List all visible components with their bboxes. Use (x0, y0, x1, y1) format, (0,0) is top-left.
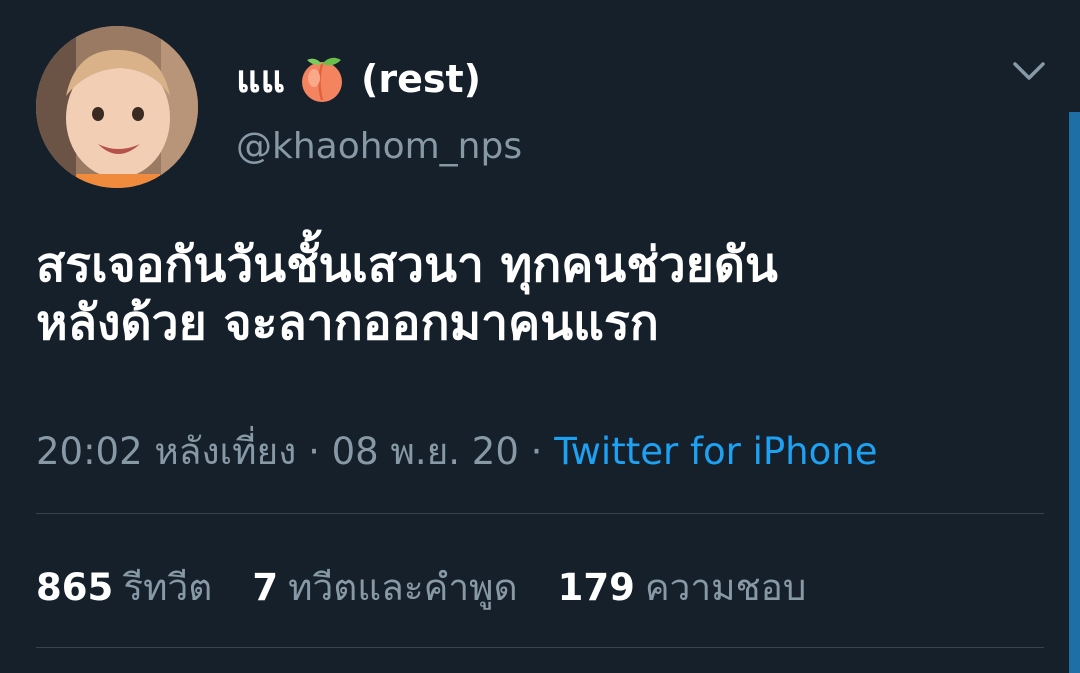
likes-stat[interactable]: 179 ความชอบ (558, 558, 807, 617)
retweets-count: 865 (36, 566, 114, 609)
tweet-text: สรเจอกันวันชั้นเสวนา ทุกคนช่วยดัน หลังด้… (36, 236, 1036, 352)
divider (36, 647, 1044, 648)
tweet-text-line: สรเจอกันวันชั้นเสวนา ทุกคนช่วยดัน (36, 237, 778, 293)
likes-label: ความชอบ (644, 566, 807, 609)
tweet-source-link[interactable]: Twitter for iPhone (554, 430, 877, 473)
peach-icon (297, 54, 347, 104)
meta-separator: · (530, 430, 555, 473)
retweets-stat[interactable]: 865 รีทวีต (36, 558, 212, 617)
avatar[interactable] (36, 26, 198, 188)
meta-separator: · (308, 430, 332, 473)
display-name-text: แแ (236, 57, 285, 101)
tweet-text-line: หลังด้วย จะลากออกมาคนแรก (36, 295, 659, 351)
display-name[interactable]: แแ (rest) (236, 48, 481, 109)
avatar-photo (36, 26, 198, 188)
tweet-stats: 865 รีทวีต 7 ทวีตและคำพูด 179 ความชอบ (36, 558, 846, 617)
divider (36, 513, 1044, 514)
user-handle[interactable]: @khaohom_nps (236, 126, 522, 167)
retweets-label: รีทวีต (123, 566, 213, 609)
quotes-count: 7 (252, 566, 279, 609)
likes-count: 179 (557, 566, 635, 609)
tweet-detail: แแ (rest) @khaohom_nps สรเจอกันวันชั้นเส… (0, 0, 1080, 673)
chevron-down-icon[interactable] (1010, 56, 1048, 86)
tweet-time[interactable]: 20:02 หลังเที่ยง (36, 430, 296, 473)
quotes-label: ทวีตและคำพูด (288, 566, 518, 609)
tweet-meta: 20:02 หลังเที่ยง · 08 พ.ย. 20 · Twitter … (36, 422, 878, 481)
display-name-suffix: (rest) (360, 56, 482, 101)
scrollbar[interactable] (1069, 112, 1080, 673)
quotes-stat[interactable]: 7 ทวีตและคำพูด (252, 558, 517, 617)
tweet-date[interactable]: 08 พ.ย. 20 (332, 430, 519, 473)
